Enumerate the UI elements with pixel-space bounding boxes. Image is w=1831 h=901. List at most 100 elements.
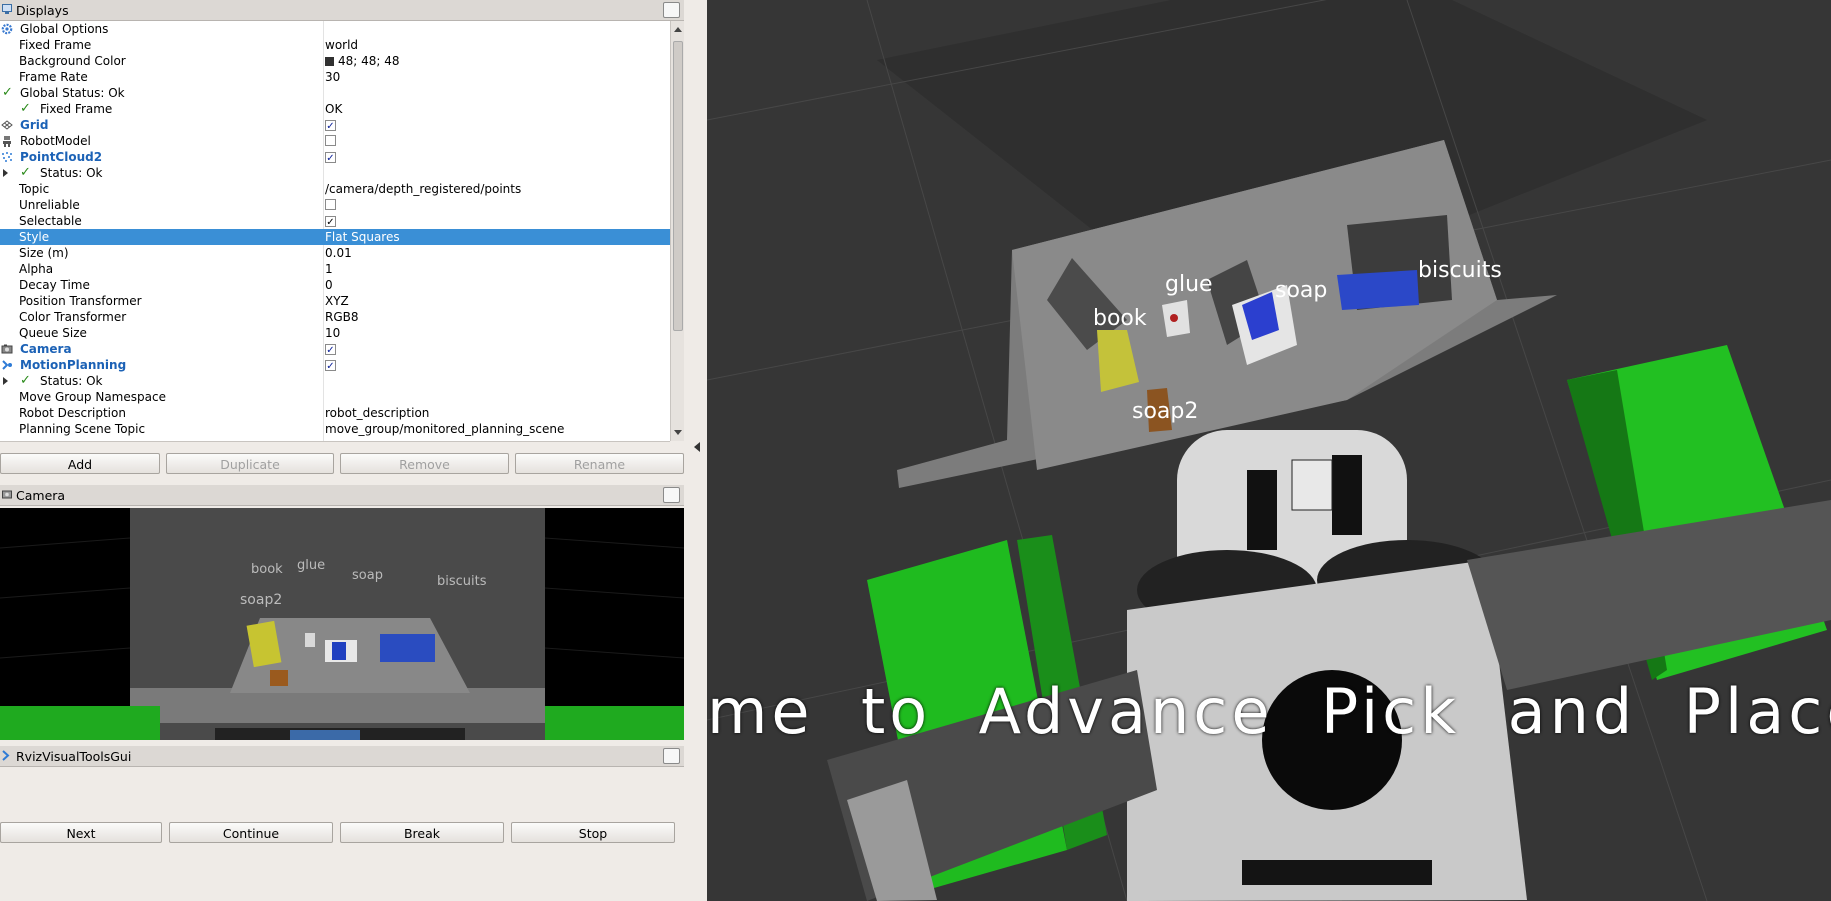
displays-tree[interactable]: Global Options Fixed Frame world Backgro… [0,21,670,442]
tree-row-value[interactable]: 0 [325,277,333,293]
checkbox-box[interactable]: ✓ [325,344,336,356]
expand-arrow-icon[interactable] [3,377,8,385]
tree-row-position-transformer[interactable]: Position Transformer XYZ [0,293,670,309]
scroll-down-icon[interactable] [674,430,682,435]
pointcloud-icon [2,152,12,162]
checkbox-box[interactable] [325,199,336,210]
tree-row-value[interactable]: move_group/monitored_planning_scene [325,421,564,437]
tree-row-fixed-frame-status[interactable]: ✓ Fixed Frame OK [0,101,670,117]
rename-button[interactable]: Rename [515,453,684,474]
rviz-tools-panel-close-button[interactable] [663,748,680,764]
tree-row-selectable[interactable]: Selectable ✓ [0,213,670,229]
tree-row-pointcloud2[interactable]: PointCloud2 ✓ [0,149,670,165]
tree-row-grid[interactable]: Grid ✓ [0,117,670,133]
tree-row-style[interactable]: Style Flat Squares [0,229,670,245]
object-label-soap: soap [1275,278,1328,303]
break-button[interactable]: Break [340,822,504,843]
tree-row-queue-size[interactable]: Queue Size 10 [0,325,670,341]
collapse-left-dock-icon[interactable] [694,442,700,452]
camera-panel-close-button[interactable] [663,487,680,503]
tree-row-background-color[interactable]: Background Color 48; 48; 48 [0,53,670,69]
selectable-checkbox[interactable]: ✓ [325,213,336,229]
remove-button[interactable]: Remove [340,453,509,474]
tree-row-value[interactable]: 0.01 [325,245,352,261]
tree-row-label: Unreliable [19,198,80,212]
tree-row-color-transformer[interactable]: Color Transformer RGB8 [0,309,670,325]
tree-row-label: Selectable [19,214,82,228]
tree-row-robot-description[interactable]: Robot Description robot_description [0,405,670,421]
tree-row-label: Camera [20,342,72,356]
camera-icon [1,344,13,354]
displays-scrollbar[interactable] [670,21,685,441]
tree-row-robotmodel[interactable]: RobotModel [0,133,670,149]
grid-enabled-checkbox[interactable]: ✓ [325,117,336,133]
tree-row-label: Topic [19,182,50,196]
tree-row-label: PointCloud2 [20,150,103,164]
duplicate-button[interactable]: Duplicate [166,453,334,474]
camera-panel-title: Camera [16,487,66,503]
tree-row-value[interactable]: 1 [325,261,333,277]
tree-row-value-wrapper[interactable]: 48; 48; 48 [325,53,400,69]
motionplanning-enabled-checkbox[interactable]: ✓ [325,357,336,373]
tree-row-decay-time[interactable]: Decay Time 0 [0,277,670,293]
motion-planning-icon [2,360,12,370]
checkbox-box[interactable]: ✓ [325,152,336,164]
tree-row-alpha[interactable]: Alpha 1 [0,261,670,277]
tree-row-label: Global Status: Ok [20,86,125,100]
tree-row-global-options[interactable]: Global Options [0,21,670,37]
tree-row-value[interactable]: robot_description [325,405,429,421]
render-viewport[interactable]: book glue soap biscuits soap2 me to Adva… [707,0,1831,901]
unreliable-checkbox[interactable] [325,197,336,214]
tree-row-label: Style [19,230,50,244]
checkbox-box[interactable]: ✓ [325,216,336,228]
pointcloud2-enabled-checkbox[interactable]: ✓ [325,149,336,165]
tree-row-move-group-namespace[interactable]: Move Group Namespace [0,389,670,405]
tree-row-value[interactable]: XYZ [325,293,349,309]
tree-row-value[interactable]: /camera/depth_registered/points [325,181,521,197]
checkbox-box[interactable]: ✓ [325,360,336,372]
robot-icon [3,136,11,147]
object-label-book: book [1093,306,1147,331]
tree-row-topic[interactable]: Topic /camera/depth_registered/points [0,181,670,197]
scrollbar-thumb[interactable] [673,41,683,331]
tree-row-value[interactable]: 10 [325,325,340,341]
camera-label-biscuits: biscuits [437,574,487,589]
tree-row-fixed-frame[interactable]: Fixed Frame world [0,37,670,53]
tree-row-pointcloud-status[interactable]: ✓ Status: Ok [0,165,670,181]
tree-row-camera[interactable]: Camera ✓ [0,341,670,357]
stop-button[interactable]: Stop [511,822,675,843]
expand-arrow-icon[interactable] [3,169,8,177]
camera-image [0,508,684,740]
rviz-tools-panel-header: RvizVisualToolsGui [0,746,684,767]
status-banner-text: me to Advance Pick and Place [707,675,1831,748]
continue-button[interactable]: Continue [169,822,333,843]
check-icon: ✓ [2,85,13,100]
tree-row-motionplanning[interactable]: MotionPlanning ✓ [0,357,670,373]
tree-row-value[interactable]: 30 [325,69,340,85]
motion-planning-icon [2,750,10,761]
checkbox-box[interactable] [325,135,336,146]
gear-icon [1,23,13,35]
tree-row-value: OK [325,102,343,116]
tree-row-value[interactable]: Flat Squares [325,229,400,245]
tree-row-global-status[interactable]: ✓ Global Status: Ok [0,85,670,101]
camera-enabled-checkbox[interactable]: ✓ [325,341,336,357]
tree-row-label: Status: Ok [40,166,103,180]
displays-panel-close-button[interactable] [663,2,680,18]
tree-row-motionplanning-status[interactable]: ✓ Status: Ok [0,373,670,389]
tree-row-planning-scene-topic[interactable]: Planning Scene Topic move_group/monitore… [0,421,670,437]
add-button[interactable]: Add [0,453,160,474]
tree-row-size[interactable]: Size (m) 0.01 [0,245,670,261]
checkbox-box[interactable]: ✓ [325,120,336,132]
tree-row-value[interactable]: world [325,37,358,53]
tree-row-value[interactable]: RGB8 [325,309,359,325]
next-button[interactable]: Next [0,822,162,843]
scroll-up-icon[interactable] [674,27,682,32]
object-label-glue: glue [1165,272,1213,297]
displays-panel-title: Displays [16,2,69,18]
tree-row-frame-rate[interactable]: Frame Rate 30 [0,69,670,85]
tree-row-unreliable[interactable]: Unreliable [0,197,670,213]
robotmodel-enabled-checkbox[interactable] [325,133,336,150]
camera-view[interactable]: book glue soap biscuits soap2 [0,508,684,740]
camera-label-soap: soap [352,568,383,583]
